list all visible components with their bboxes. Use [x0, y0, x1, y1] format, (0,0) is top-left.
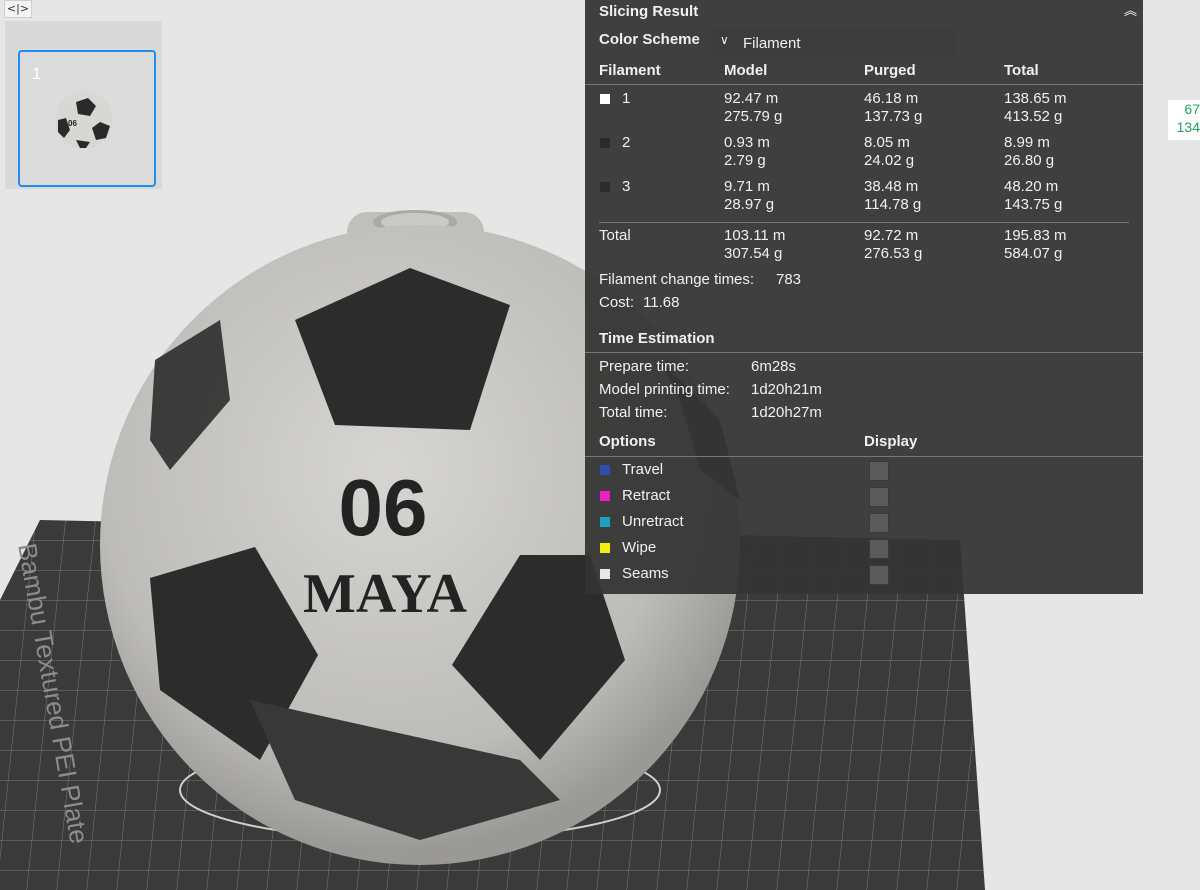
filament-1-purged-weight: 137.73 g: [864, 108, 923, 125]
options-divider: [585, 456, 1143, 457]
filament-3-total-length: 48.20 m: [1004, 178, 1059, 195]
option-wipe-label: Wipe: [622, 539, 657, 556]
filament-2-id: 2: [622, 134, 631, 151]
filament-3-total-weight: 143.75 g: [1004, 196, 1063, 213]
filament-3-model-weight: 28.97 g: [724, 196, 775, 213]
color-scheme-value: Filament: [743, 35, 801, 52]
filament-2-total-weight: 26.80 g: [1004, 152, 1055, 169]
cost-value: 11.68: [643, 294, 680, 311]
svg-text:06: 06: [68, 119, 77, 128]
travel-display-checkbox[interactable]: [869, 461, 889, 481]
plate-thumbnail[interactable]: 1 06: [18, 50, 156, 187]
filament-1-id: 1: [622, 90, 631, 107]
filament-1-model-length: 92.47 m: [724, 90, 779, 107]
plate-thumbnail-image: 06: [55, 91, 113, 149]
filament-2-total-length: 8.99 m: [1004, 134, 1050, 151]
totals-label: Total: [599, 227, 631, 244]
cost-label: Cost:: [599, 294, 635, 311]
panel-title: Slicing Result: [599, 3, 699, 20]
filament-1-swatch: [600, 94, 610, 104]
option-retract-label: Retract: [622, 487, 671, 504]
printing-time-label: Model printing time:: [599, 381, 730, 398]
totals-total-length: 195.83 m: [1004, 227, 1067, 244]
filament-2-swatch: [600, 138, 610, 148]
color-scheme-label: Color Scheme: [599, 31, 700, 48]
plate-number: 1: [32, 64, 42, 83]
unretract-swatch: [600, 517, 610, 527]
filament-3-swatch: [600, 182, 610, 192]
filament-change-value: 783: [776, 271, 802, 288]
model-name: MAYA: [303, 563, 467, 625]
wipe-swatch: [600, 543, 610, 553]
retract-display-checkbox[interactable]: [869, 487, 889, 507]
side-number-bottom: 134: [1176, 119, 1200, 135]
totals-divider: [599, 222, 1129, 223]
side-number-top: 67: [1184, 101, 1200, 117]
totals-total-weight: 584.07 g: [1004, 245, 1063, 262]
printing-time-value: 1d20h21m: [751, 381, 822, 398]
header-divider: [585, 84, 1143, 85]
filament-2-model-length: 0.93 m: [724, 134, 770, 151]
header-total: Total: [1004, 62, 1039, 79]
plate-list-panel: 1 06: [5, 21, 162, 189]
color-scheme-dropdown[interactable]: ∨ Filament: [712, 30, 955, 56]
double-chevron-up-icon[interactable]: ︽: [1124, 0, 1137, 19]
seams-swatch: [600, 569, 610, 579]
travel-swatch: [600, 465, 610, 475]
filament-2-model-weight: 2.79 g: [724, 152, 766, 169]
filament-1-model-weight: 275.79 g: [724, 108, 783, 125]
header-model: Model: [724, 62, 768, 79]
option-unretract-label: Unretract: [622, 513, 684, 530]
header-filament: Filament: [599, 62, 661, 79]
totals-purged-weight: 276.53 g: [864, 245, 923, 262]
total-time-value: 1d20h27m: [751, 404, 822, 421]
model-number: 06: [339, 463, 428, 552]
filament-1-total-length: 138.65 m: [1004, 90, 1067, 107]
filament-2-purged-weight: 24.02 g: [864, 152, 915, 169]
unretract-display-checkbox[interactable]: [869, 513, 889, 533]
retract-swatch: [600, 491, 610, 501]
prepare-time-label: Prepare time:: [599, 358, 690, 375]
wipe-display-checkbox[interactable]: [869, 539, 889, 559]
option-travel-label: Travel: [622, 461, 664, 478]
option-seams-label: Seams: [622, 565, 669, 582]
filament-1-purged-length: 46.18 m: [864, 90, 919, 107]
total-time-label: Total time:: [599, 404, 668, 421]
side-number-readout: 67 134: [1168, 100, 1200, 140]
header-purged: Purged: [864, 62, 916, 79]
display-title: Display: [864, 433, 918, 450]
slicing-result-panel: Slicing Result ︽ Color Scheme ∨ Filament…: [585, 0, 1143, 594]
totals-model-weight: 307.54 g: [724, 245, 783, 262]
time-estimation-title: Time Estimation: [599, 330, 715, 347]
filament-3-purged-length: 38.48 m: [864, 178, 919, 195]
filament-3-id: 3: [622, 178, 631, 195]
filament-1-total-weight: 413.52 g: [1004, 108, 1063, 125]
totals-purged-length: 92.72 m: [864, 227, 919, 244]
seams-display-checkbox[interactable]: [869, 565, 889, 585]
chevron-down-icon: ∨: [720, 33, 729, 47]
sidebar-collapse-toggle[interactable]: <|>: [4, 0, 32, 18]
filament-2-purged-length: 8.05 m: [864, 134, 910, 151]
time-divider: [585, 352, 1143, 353]
filament-3-model-length: 9.71 m: [724, 178, 770, 195]
totals-model-length: 103.11 m: [724, 227, 786, 244]
options-title: Options: [599, 433, 656, 450]
prepare-time-value: 6m28s: [751, 358, 797, 375]
filament-3-purged-weight: 114.78 g: [864, 196, 922, 213]
filament-change-label: Filament change times:: [599, 271, 755, 288]
